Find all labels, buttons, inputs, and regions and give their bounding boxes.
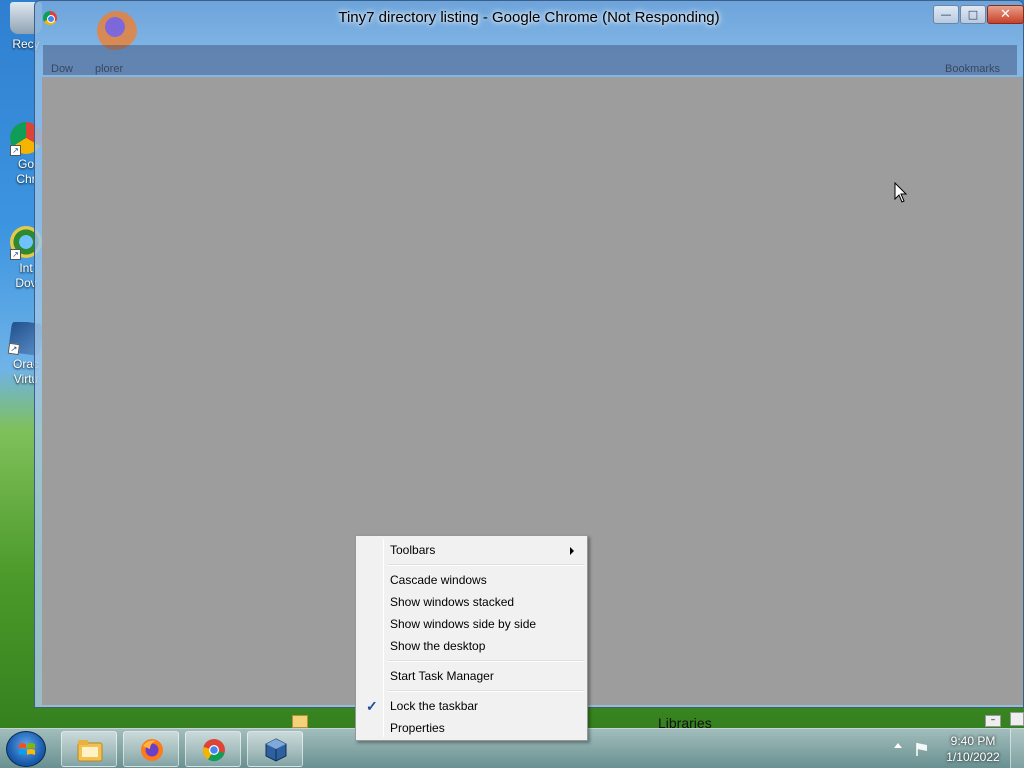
- show-hidden-icons-icon[interactable]: [894, 743, 902, 748]
- clock-time[interactable]: 9:40 PM: [938, 734, 1008, 748]
- ghost-menu-text: Dow: [51, 63, 74, 75]
- window-title: Tiny7 directory listing - Google Chrome …: [338, 9, 720, 26]
- firefox-icon: [141, 739, 163, 761]
- clock-date[interactable]: 1/10/2022: [938, 750, 1008, 764]
- menu-item-start-task-manager[interactable]: Start Task Manager: [359, 665, 584, 687]
- taskbar-explorer-button[interactable]: [61, 731, 117, 767]
- menu-item-toolbars[interactable]: Toolbars: [359, 539, 584, 561]
- close-button[interactable]: ✕: [987, 5, 1024, 24]
- menu-item-label: Lock the taskbar: [390, 699, 479, 713]
- submenu-arrow-icon: [570, 547, 574, 555]
- libraries-maximize-button[interactable]: [1010, 712, 1024, 726]
- virtualbox-icon: [265, 738, 287, 762]
- action-center-flag-icon[interactable]: [914, 741, 930, 757]
- menu-separator: [388, 660, 584, 662]
- shortcut-arrow-icon: ↗: [10, 145, 21, 156]
- menu-item-label: Show windows stacked: [390, 595, 515, 609]
- taskbar-chrome-button[interactable]: [185, 731, 241, 767]
- taskbar-firefox-button[interactable]: [123, 731, 179, 767]
- show-desktop-button[interactable]: [1010, 729, 1024, 768]
- ghost-toolbar: [43, 45, 1017, 75]
- chrome-icon: [202, 739, 225, 762]
- libraries-minimize-button[interactable]: –: [985, 715, 1001, 727]
- menu-item-show-the-desktop[interactable]: Show the desktop: [359, 635, 584, 657]
- menu-item-label: Show windows side by side: [390, 617, 537, 631]
- menu-item-show-windows-side-by-side[interactable]: Show windows side by side: [359, 613, 584, 635]
- menu-item-label: Start Task Manager: [390, 669, 494, 683]
- windows-explorer-icon: [77, 740, 103, 762]
- checkmark-icon: ✓: [366, 698, 378, 714]
- windows-logo-icon: [19, 743, 35, 755]
- taskbar-context-menu: Toolbars Cascade windows Show windows st…: [355, 535, 588, 741]
- menu-item-label: Show the desktop: [390, 639, 486, 653]
- ghost-menu-text: plorer: [95, 63, 124, 75]
- shortcut-arrow-icon: ↗: [7, 342, 21, 356]
- menu-separator: [388, 690, 584, 692]
- menu-item-label: Properties: [390, 721, 445, 735]
- start-button[interactable]: [6, 731, 46, 767]
- menu-item-label: Cascade windows: [390, 573, 487, 587]
- taskbar-virtualbox-button[interactable]: [247, 731, 303, 767]
- mouse-cursor-icon: [894, 182, 908, 203]
- shortcut-arrow-icon: ↗: [10, 249, 21, 260]
- menu-item-lock-the-taskbar[interactable]: ✓ Lock the taskbar: [359, 695, 584, 717]
- ghost-bookmarks-text: Bookmarks: [945, 63, 1001, 75]
- menu-separator: [388, 564, 584, 566]
- maximize-button[interactable]: □: [960, 5, 986, 24]
- minimize-button[interactable]: —: [933, 5, 959, 24]
- menu-item-label: Toolbars: [390, 543, 436, 557]
- menu-item-cascade-windows[interactable]: Cascade windows: [359, 569, 584, 591]
- folder-icon: [292, 715, 308, 728]
- window-titlebar[interactable]: Tiny7 directory listing - Google Chrome …: [35, 1, 1024, 51]
- menu-item-show-windows-stacked[interactable]: Show windows stacked: [359, 591, 584, 613]
- menu-item-properties[interactable]: Properties: [359, 717, 584, 739]
